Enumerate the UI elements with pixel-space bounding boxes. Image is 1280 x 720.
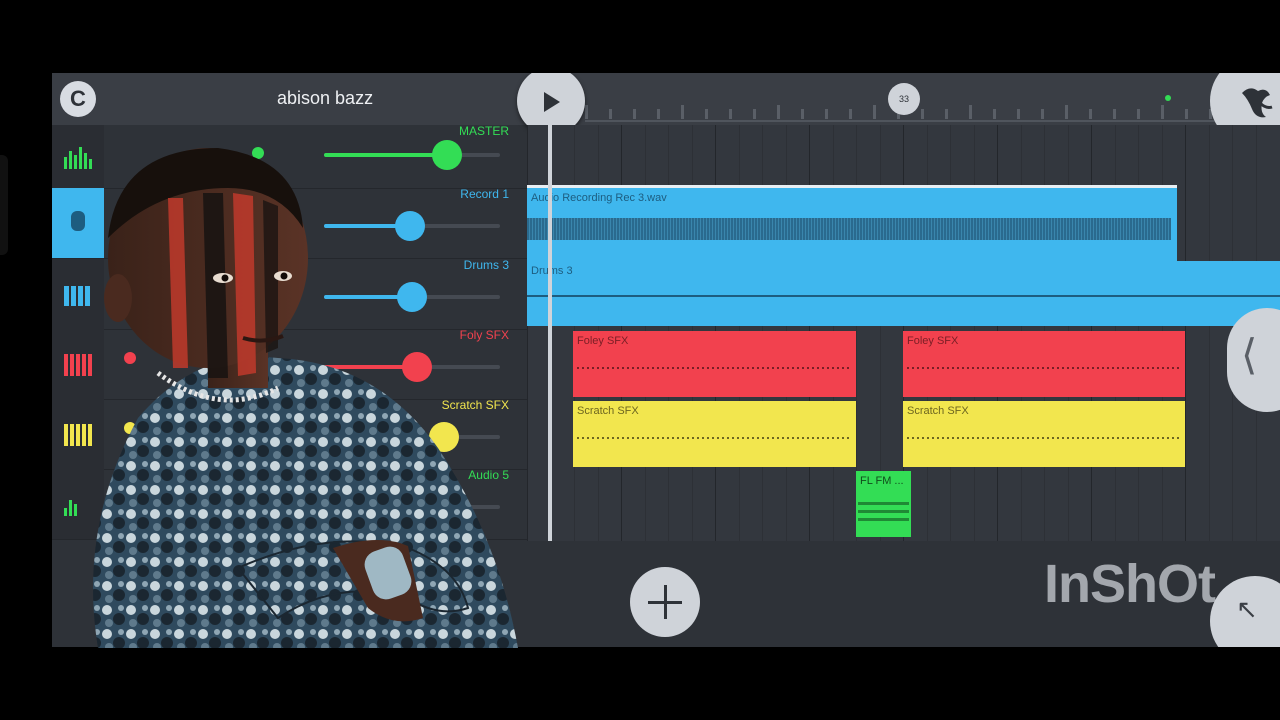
ruler-tick bbox=[993, 109, 996, 119]
loop-indicator bbox=[1165, 95, 1171, 101]
pattern-clip[interactable]: Scratch SFX bbox=[573, 401, 856, 467]
clip-title: Foley SFX bbox=[577, 335, 629, 347]
clip-title: Foley SFX bbox=[907, 335, 959, 347]
clip-waveform bbox=[907, 367, 1181, 369]
timeline-ruler-line bbox=[585, 120, 1225, 122]
ruler-tick bbox=[921, 109, 924, 119]
inshot-watermark: InShOt bbox=[1044, 554, 1216, 614]
ruler-tick bbox=[705, 109, 708, 119]
ruler-tick bbox=[1161, 105, 1164, 119]
pattern-clip[interactable]: Audio Recording Rec 3.wav bbox=[527, 185, 1177, 262]
pattern-clip[interactable]: Drums 3 bbox=[527, 261, 1280, 326]
app-logo-icon[interactable]: C bbox=[60, 81, 96, 117]
ruler-tick bbox=[657, 109, 660, 119]
ruler-tick bbox=[1113, 109, 1116, 119]
ruler-tick bbox=[873, 105, 876, 119]
ruler-tick bbox=[1137, 109, 1140, 119]
clip-title: Scratch SFX bbox=[577, 405, 639, 417]
fruit-logo-icon bbox=[1242, 88, 1273, 118]
ruler-tick bbox=[633, 109, 636, 119]
add-track-button[interactable] bbox=[630, 567, 700, 637]
clip-waveform bbox=[527, 218, 1171, 240]
ruler-tick bbox=[681, 105, 684, 119]
top-bar: C abison bazz 33 bbox=[52, 73, 1280, 147]
pattern-clip[interactable]: Scratch SFX bbox=[903, 401, 1185, 467]
clip-title: Scratch SFX bbox=[907, 405, 969, 417]
collapse-panel-button[interactable]: ⟨ bbox=[1227, 308, 1280, 412]
chevron-left-icon: ⟨ bbox=[1241, 331, 1258, 378]
ruler-tick bbox=[801, 109, 804, 119]
clip-waveform bbox=[577, 367, 852, 369]
clip-waveform bbox=[577, 437, 852, 439]
ruler-tick bbox=[1185, 109, 1188, 119]
ruler-tick bbox=[1041, 109, 1044, 119]
ruler-tick bbox=[609, 109, 612, 119]
bar-position-marker[interactable]: 33 bbox=[888, 83, 920, 115]
ruler-tick bbox=[1089, 109, 1092, 119]
ruler-tick bbox=[1017, 109, 1020, 119]
project-title[interactable]: abison bazz bbox=[277, 88, 373, 109]
pattern-clip[interactable]: FL FM ... bbox=[856, 471, 911, 537]
pattern-clip[interactable]: Foley SFX bbox=[903, 331, 1185, 397]
play-icon bbox=[544, 92, 560, 112]
ruler-tick bbox=[825, 109, 828, 119]
clip-waveform bbox=[907, 437, 1181, 439]
arrow-up-left-icon: ↖ bbox=[1236, 594, 1258, 624]
ruler-tick bbox=[777, 105, 780, 119]
clip-waveform bbox=[527, 295, 1280, 297]
overlay-person-photo bbox=[93, 148, 518, 648]
grid-line bbox=[1185, 125, 1186, 541]
playhead[interactable] bbox=[548, 125, 552, 541]
ruler-tick bbox=[849, 109, 852, 119]
ruler-tick bbox=[1065, 105, 1068, 119]
clip-title: FL FM ... bbox=[860, 475, 904, 487]
clip-waveform bbox=[858, 497, 909, 521]
ruler-tick bbox=[585, 105, 588, 119]
ruler-tick bbox=[945, 109, 948, 119]
track-name: MASTER bbox=[458, 124, 509, 138]
ruler-tick bbox=[729, 109, 732, 119]
arrangement-area[interactable]: Audio Recording Rec 3.wavDrums 3 Foley SF… bbox=[527, 125, 1280, 541]
pattern-clip[interactable]: Foley SFX bbox=[573, 331, 856, 397]
ruler-tick bbox=[753, 109, 756, 119]
grid-line bbox=[1208, 125, 1210, 541]
ruler-tick bbox=[969, 105, 972, 119]
device-edge bbox=[0, 155, 8, 255]
